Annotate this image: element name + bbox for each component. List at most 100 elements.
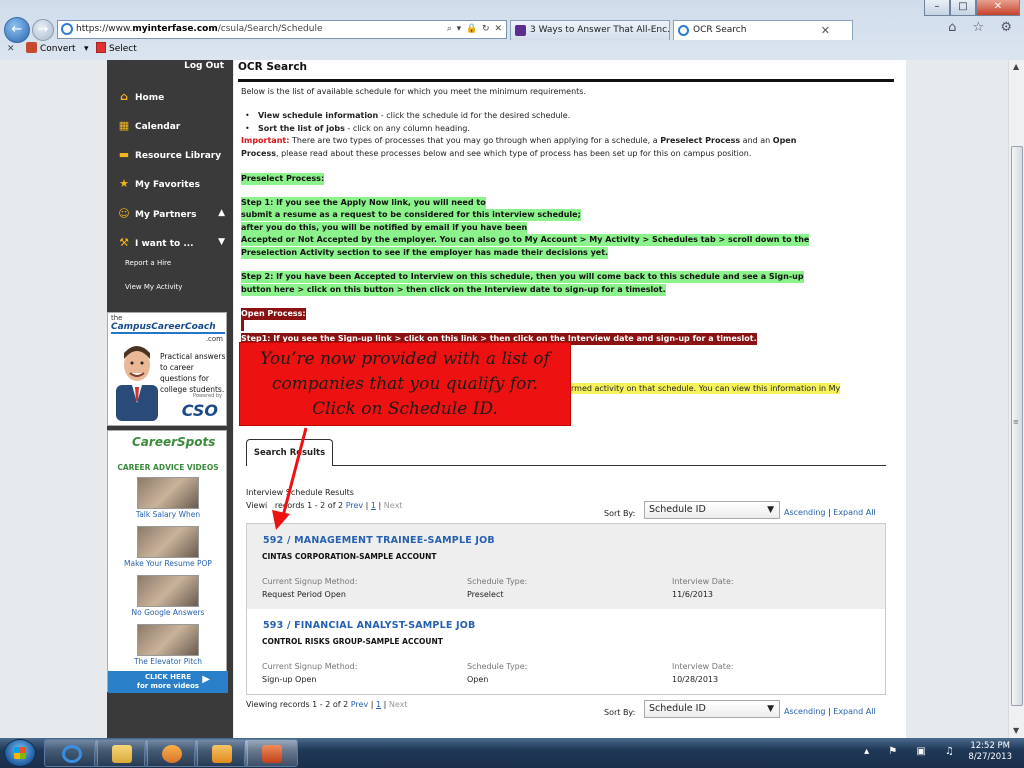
- more-videos-button[interactable]: CLICK HERE for more videos ▶: [108, 671, 228, 693]
- sort-by-select[interactable]: Schedule ID ▼: [644, 700, 780, 718]
- callout-line: companies that you qualify for.: [271, 374, 539, 394]
- coach-portrait-icon: [116, 346, 158, 421]
- tools-icon: ⚒: [119, 236, 129, 249]
- preselect-step1-line: Accepted or Not Accepted by the employer…: [241, 234, 810, 247]
- sort-links-top: Ascending | Expand All: [784, 508, 876, 517]
- ascending-link[interactable]: Ascending: [784, 707, 825, 716]
- outlook-icon: [212, 745, 232, 763]
- video-make-resume-pop[interactable]: Make Your Resume POP: [108, 526, 228, 568]
- sort-value: Schedule ID: [649, 703, 706, 714]
- video-title: No Google Answers: [131, 608, 205, 617]
- prev-link[interactable]: Prev: [351, 700, 368, 709]
- table-row: 592 / MANAGEMENT TRAINEE-SAMPLE JOB CINT…: [247, 524, 885, 609]
- select-button[interactable]: Select: [96, 41, 137, 58]
- schedule-type: Open: [467, 675, 489, 684]
- viewing-text: Viewi records 1 - 2 of 2: [246, 501, 346, 510]
- video-no-google-answers[interactable]: No Google Answers: [108, 575, 228, 617]
- dropdown-arrow-icon: ▼: [767, 704, 774, 714]
- cso-logo: CSO: [181, 401, 218, 420]
- system-tray-icons[interactable]: ▴ ⚑ ▣ ♫: [864, 746, 962, 757]
- logout-link[interactable]: Log Out: [184, 61, 224, 71]
- schedule-id-link[interactable]: 592 / MANAGEMENT TRAINEE-SAMPLE JOB: [263, 535, 495, 546]
- annotation-callout: You’re now provided with a list of compa…: [239, 342, 571, 426]
- cco-dotcom: .com: [205, 335, 223, 343]
- bullet-bold: View schedule information: [258, 111, 379, 120]
- browser-chrome: – □ ✕ ← → https://www.myinterfase.com/cs…: [0, 0, 1024, 60]
- sidebar-subitem-view-my-activity[interactable]: View My Activity: [125, 283, 182, 291]
- open-process-heading: Open Process:: [241, 308, 306, 320]
- scroll-down-icon[interactable]: ▼: [1013, 726, 1019, 735]
- close-toolbar-icon[interactable]: ✕: [7, 41, 15, 58]
- cco-copy: Practical answers to career questions fo…: [160, 352, 226, 394]
- clock-time: 12:52 PM: [970, 741, 1011, 751]
- video-talk-salary[interactable]: Talk Salary When: [108, 477, 228, 519]
- page-scrollbar[interactable]: ▲ ≡ ▼: [1008, 60, 1024, 738]
- video-elevator-pitch[interactable]: The Elevator Pitch: [108, 624, 228, 666]
- taskbar-internet-explorer[interactable]: [44, 739, 98, 767]
- tab-3-ways[interactable]: 3 Ways to Answer That All-Enc...: [510, 20, 670, 40]
- back-button[interactable]: ←: [4, 17, 30, 43]
- ie-favicon-icon: [678, 25, 689, 36]
- forward-button[interactable]: →: [32, 19, 54, 41]
- sidebar-subitem-report-a-hire[interactable]: Report a Hire: [125, 259, 171, 267]
- taskbar-powerpoint[interactable]: [244, 739, 298, 767]
- scroll-grip-icon: ≡: [1013, 418, 1019, 426]
- sidebar-item-calendar[interactable]: ▦ Calendar: [117, 119, 180, 132]
- expand-caret-icon[interactable]: ▼: [218, 237, 225, 247]
- main-content: OCR Search Below is the list of availabl…: [234, 60, 906, 738]
- convert-button[interactable]: Convert: [26, 41, 76, 58]
- maximize-button[interactable]: □: [950, 0, 976, 16]
- prev-link[interactable]: Prev: [346, 501, 363, 510]
- convert-dropdown-icon[interactable]: ▾: [84, 41, 89, 58]
- sort-by-label: Sort By:: [604, 708, 636, 717]
- sidebar: Log Out ⌂ Home ▦ Calendar ▬ Resource Librar…: [107, 60, 233, 738]
- important-text: There are two types of processes that yo…: [289, 136, 661, 145]
- taskbar-clock[interactable]: 12:52 PM 8/27/2013: [968, 741, 1012, 763]
- cta-line1: CLICK HERE: [144, 673, 191, 681]
- important-label: Important:: [241, 136, 290, 145]
- close-window-button[interactable]: ✕: [976, 0, 1020, 16]
- cco-brand: CampusCareerCoach: [111, 322, 225, 334]
- scroll-thumb[interactable]: [1011, 146, 1023, 706]
- address-bar[interactable]: https://www.myinterfase.com/csula/Search…: [57, 20, 507, 39]
- tab-ocr-search[interactable]: OCR Search ✕: [673, 20, 853, 40]
- sidebar-item-i-want-to[interactable]: ⚒ I want to ...: [117, 236, 194, 249]
- sidebar-item-label: Calendar: [135, 122, 181, 132]
- collapse-caret-icon[interactable]: ▲: [218, 208, 225, 218]
- taskbar-outlook[interactable]: [194, 739, 248, 767]
- column-label: Schedule Type:: [467, 662, 528, 671]
- sidebar-item-my-partners[interactable]: ☺ My Partners: [117, 207, 196, 220]
- sidebar-item-home[interactable]: ⌂ Home: [117, 90, 164, 103]
- ascending-link[interactable]: Ascending: [784, 508, 825, 517]
- bullet-rest: - click the schedule id for the desired …: [378, 111, 571, 120]
- sort-by-select[interactable]: Schedule ID ▼: [644, 501, 780, 519]
- results-title: Interview Schedule Results: [246, 488, 354, 497]
- tab-close-icon[interactable]: ✕: [821, 21, 830, 40]
- expand-all-link[interactable]: Expand All: [833, 707, 875, 716]
- schedule-type: Preselect: [467, 590, 504, 599]
- expand-all-link[interactable]: Expand All: [833, 508, 875, 517]
- separator: |: [368, 700, 376, 709]
- address-tools-icon[interactable]: ⌕ ▾ 🔒 ↻ ✕: [447, 21, 503, 38]
- campus-career-coach-ad[interactable]: the CampusCareerCoach .com Practical ans…: [107, 312, 227, 426]
- taskbar-media-player[interactable]: [144, 739, 198, 767]
- home-favorites-tools-icons[interactable]: ⌂ ☆ ⚙: [948, 20, 1018, 35]
- yahoo-favicon-icon: [515, 25, 526, 36]
- sidebar-item-label: Resource Library: [135, 151, 222, 161]
- scroll-up-icon[interactable]: ▲: [1013, 62, 1019, 71]
- open-process-marker: [241, 320, 244, 331]
- sidebar-item-resource-library[interactable]: ▬ Resource Library: [117, 148, 221, 161]
- minimize-button[interactable]: –: [924, 0, 950, 16]
- taskbar-explorer[interactable]: [94, 739, 148, 767]
- next-link[interactable]: Next: [389, 700, 408, 709]
- next-link[interactable]: Next: [384, 501, 403, 510]
- results-list: 592 / MANAGEMENT TRAINEE-SAMPLE JOB CINT…: [246, 523, 886, 695]
- start-button[interactable]: [4, 739, 36, 767]
- sidebar-item-my-favorites[interactable]: ★ My Favorites: [117, 177, 200, 190]
- schedule-id-link[interactable]: 593 / FINANCIAL ANALYST-SAMPLE JOB: [263, 620, 476, 631]
- play-arrow-icon: ▶: [202, 674, 210, 685]
- internet-explorer-icon: [62, 745, 82, 763]
- important-text: and an: [740, 136, 773, 145]
- tab-search-results[interactable]: Search Results: [246, 439, 333, 466]
- company-name: CONTROL RISKS GROUP-SAMPLE ACCOUNT: [262, 637, 443, 646]
